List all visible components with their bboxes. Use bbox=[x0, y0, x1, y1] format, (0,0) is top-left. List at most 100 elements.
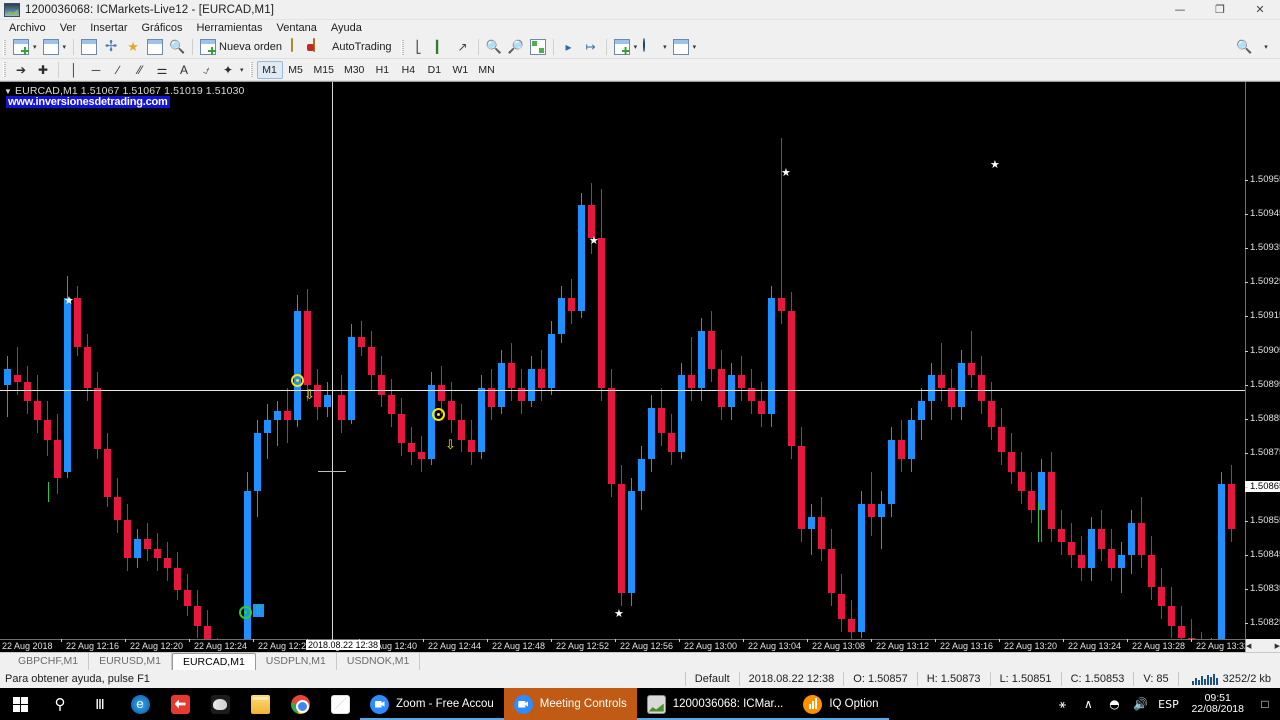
status-profile[interactable]: Default bbox=[684, 672, 739, 686]
timeframe-h1[interactable]: H1 bbox=[369, 61, 395, 79]
start-button[interactable] bbox=[0, 688, 40, 720]
menu-ayuda[interactable]: Ayuda bbox=[324, 20, 369, 36]
candlestick-chart-button[interactable]: ▎ bbox=[430, 37, 452, 57]
indicators-button[interactable]: ▾ bbox=[611, 37, 641, 57]
timeframe-m30[interactable]: M30 bbox=[339, 61, 369, 79]
chevron-up-icon[interactable]: ∧ bbox=[1075, 697, 1101, 711]
chart-scroll-controls[interactable]: ◀ ▶ bbox=[1245, 639, 1280, 652]
timeframe-m5[interactable]: M5 bbox=[283, 61, 309, 79]
taskbar-edge[interactable]: e bbox=[120, 688, 160, 720]
candle-body bbox=[658, 407, 665, 434]
periods-button[interactable]: ▾ bbox=[640, 37, 670, 57]
tile-windows-button[interactable] bbox=[527, 37, 549, 57]
new-order-button[interactable]: Nueva orden bbox=[197, 37, 288, 57]
chart-shift-button[interactable]: ↦ bbox=[580, 37, 602, 57]
timeframe-m1[interactable]: M1 bbox=[256, 60, 283, 79]
chart-canvas[interactable]: ▼ EURCAD,M1 1.51067 1.51067 1.51019 1.510… bbox=[0, 82, 1245, 653]
auto-scroll-button[interactable]: ▸ bbox=[558, 37, 580, 57]
timeframe-h4[interactable]: H4 bbox=[395, 61, 421, 79]
taskbar-chrome[interactable] bbox=[280, 688, 320, 720]
chart-tab-eurcad[interactable]: EURCAD,M1 bbox=[171, 653, 256, 670]
line-chart-button[interactable]: ↗ bbox=[452, 37, 474, 57]
notifications-icon[interactable]: □ bbox=[1252, 697, 1278, 711]
maximize-button[interactable]: ❐ bbox=[1200, 0, 1240, 20]
collapse-icon[interactable]: ▼ bbox=[4, 87, 12, 96]
menu-archivo[interactable]: Archivo bbox=[2, 20, 53, 36]
text-button[interactable]: A bbox=[173, 60, 195, 80]
taskbar-window-meeting-controls[interactable]: Meeting Controls bbox=[503, 688, 637, 720]
text-label-button[interactable]: ⍻ bbox=[195, 60, 217, 80]
taskbar-window-label: 1200036068: ICMar... bbox=[672, 698, 784, 710]
menu-herramientas[interactable]: Herramientas bbox=[189, 20, 269, 36]
data-window-button[interactable]: ✢ bbox=[100, 37, 122, 57]
arrows-button[interactable]: ✦ ▾ bbox=[217, 60, 247, 80]
menu-insertar[interactable]: Insertar bbox=[83, 20, 134, 36]
toolbar-grip[interactable] bbox=[400, 39, 404, 55]
chevron-down-icon[interactable]: ▾ bbox=[240, 66, 244, 74]
chevron-down-icon[interactable]: ▾ bbox=[663, 43, 667, 51]
people-icon[interactable]: ⚹ bbox=[1049, 697, 1075, 712]
scroll-right-icon[interactable]: ▶ bbox=[1275, 642, 1280, 650]
chevron-down-icon[interactable]: ▾ bbox=[634, 43, 638, 51]
timeframe-mn[interactable]: MN bbox=[473, 61, 499, 79]
toolbar-grip[interactable] bbox=[3, 62, 6, 77]
profiles-button[interactable]: ▾ bbox=[40, 37, 70, 57]
new-chart-button[interactable]: ▾ bbox=[10, 37, 40, 57]
taskbar-window-zoom[interactable]: Zoom - Free Accou bbox=[360, 688, 504, 720]
chart-tab-usdpln[interactable]: USDPLN,M1 bbox=[256, 653, 337, 670]
search-button[interactable]: 🔍 bbox=[1233, 37, 1255, 57]
volume-icon[interactable]: 🔊 bbox=[1127, 697, 1153, 711]
taskbar-explorer[interactable] bbox=[240, 688, 280, 720]
price-axis[interactable]: 1.50955 1.50945 1.50935 1.50925 1.50915 1.509… bbox=[1245, 82, 1280, 720]
status-bar: Para obtener ayuda, pulse F1 Default 201… bbox=[0, 670, 1280, 688]
chart-tab-eurusd[interactable]: EURUSD,M1 bbox=[89, 653, 172, 670]
zoom-in-button[interactable]: 🔍 bbox=[483, 37, 505, 57]
chart-tab-usdnok[interactable]: USDNOK,M1 bbox=[337, 653, 421, 670]
menu-ventana[interactable]: Ventana bbox=[270, 20, 324, 36]
menu-graficos[interactable]: Gráficos bbox=[135, 20, 190, 36]
toolbar-grip[interactable] bbox=[3, 39, 6, 55]
toolbar-grip[interactable] bbox=[249, 62, 253, 77]
chart-tab-gbpchf[interactable]: GBPCHF,M1 bbox=[8, 653, 90, 670]
market-watch-button[interactable] bbox=[78, 37, 100, 57]
horizontal-line-button[interactable]: ─ bbox=[85, 60, 107, 80]
zoom-out-button[interactable]: 🔎 bbox=[505, 37, 527, 57]
clock[interactable]: 09:51 22/08/2018 bbox=[1183, 693, 1252, 715]
minimize-button[interactable]: — bbox=[1160, 0, 1200, 20]
terminal-button[interactable] bbox=[144, 37, 166, 57]
strategy-tester-button[interactable]: 🔍 bbox=[166, 37, 188, 57]
wifi-icon[interactable]: ◓ bbox=[1101, 697, 1127, 711]
timeframe-d1[interactable]: D1 bbox=[421, 61, 447, 79]
equidistant-channel-button[interactable]: ⁄⁄ bbox=[129, 60, 151, 80]
timeframe-w1[interactable]: W1 bbox=[447, 61, 473, 79]
search-button[interactable]: ⚲ bbox=[40, 688, 80, 720]
cursor-tool-button[interactable]: ➔ bbox=[10, 60, 32, 80]
taskbar-window-iq-option[interactable]: IQ Option bbox=[793, 688, 889, 720]
timeframe-m15[interactable]: M15 bbox=[309, 61, 339, 79]
language-indicator[interactable]: ESP bbox=[1153, 698, 1183, 711]
crosshair-tool-button[interactable]: ✚ bbox=[32, 60, 54, 80]
task-view-button[interactable]: Ⅲ bbox=[80, 688, 120, 720]
scroll-left-icon[interactable]: ◀ bbox=[1246, 642, 1251, 650]
navigator-button[interactable]: ★ bbox=[122, 37, 144, 57]
time-axis[interactable]: 22 Aug 2018 22 Aug 12:16 22 Aug 12:20 22 Au… bbox=[0, 639, 1249, 652]
menu-ver[interactable]: Ver bbox=[53, 20, 84, 36]
taskbar-red-app[interactable] bbox=[160, 688, 200, 720]
time-axis-current-label: 2018.08.22 12:38 bbox=[306, 640, 381, 650]
vertical-line-button[interactable]: │ bbox=[63, 60, 85, 80]
templates-button[interactable]: ▾ bbox=[670, 37, 700, 57]
taskbar-paint[interactable] bbox=[200, 688, 240, 720]
autotrading-button[interactable]: AutoTrading bbox=[310, 37, 398, 57]
chevron-down-icon[interactable]: ▾ bbox=[33, 43, 37, 51]
taskbar-mail[interactable] bbox=[320, 688, 360, 720]
chevron-down-icon[interactable]: ▾ bbox=[1264, 43, 1268, 51]
chevron-down-icon[interactable]: ▾ bbox=[693, 43, 697, 51]
fibonacci-button[interactable]: ⚌ bbox=[151, 60, 173, 80]
chevron-down-icon[interactable]: ▾ bbox=[63, 43, 67, 51]
toolbar-overflow-button[interactable]: ▾ bbox=[1255, 37, 1276, 57]
close-button[interactable]: ✕ bbox=[1240, 0, 1280, 20]
trendline-button[interactable]: ∕ bbox=[107, 60, 129, 80]
taskbar-window-metatrader[interactable]: 1200036068: ICMar... bbox=[636, 688, 794, 720]
chart-window[interactable]: ▼ EURCAD,M1 1.51067 1.51067 1.51019 1.510… bbox=[0, 81, 1280, 720]
bar-chart-button[interactable]: ⎣ bbox=[408, 37, 430, 57]
